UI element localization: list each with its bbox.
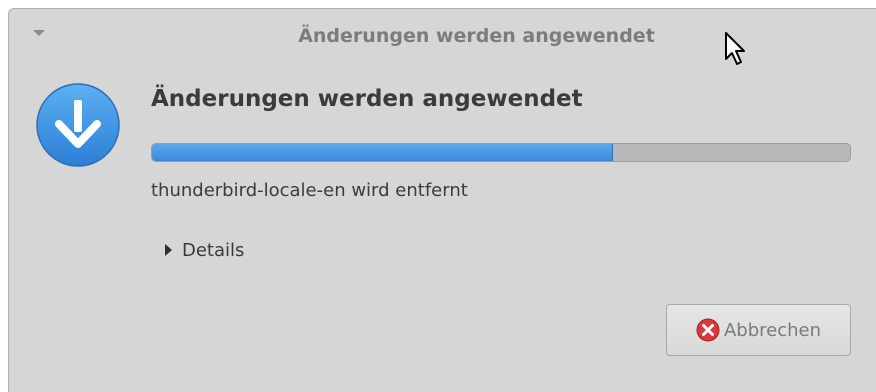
details-expander[interactable]: Details [165, 238, 244, 262]
dialog-heading: Änderungen werden angewendet [151, 86, 583, 112]
mouse-pointer-icon [725, 32, 745, 65]
cancel-icon [696, 318, 720, 342]
download-arrow-icon [36, 83, 120, 167]
details-label: Details [182, 239, 245, 261]
status-text: thunderbird-locale-en wird entfernt [151, 180, 468, 201]
expander-arrow-icon [165, 244, 172, 256]
progress-bar-fill [152, 144, 613, 161]
progress-bar [151, 143, 851, 162]
cancel-button-label: Abbrechen [723, 319, 822, 341]
cancel-button[interactable]: Abbrechen [666, 304, 851, 356]
